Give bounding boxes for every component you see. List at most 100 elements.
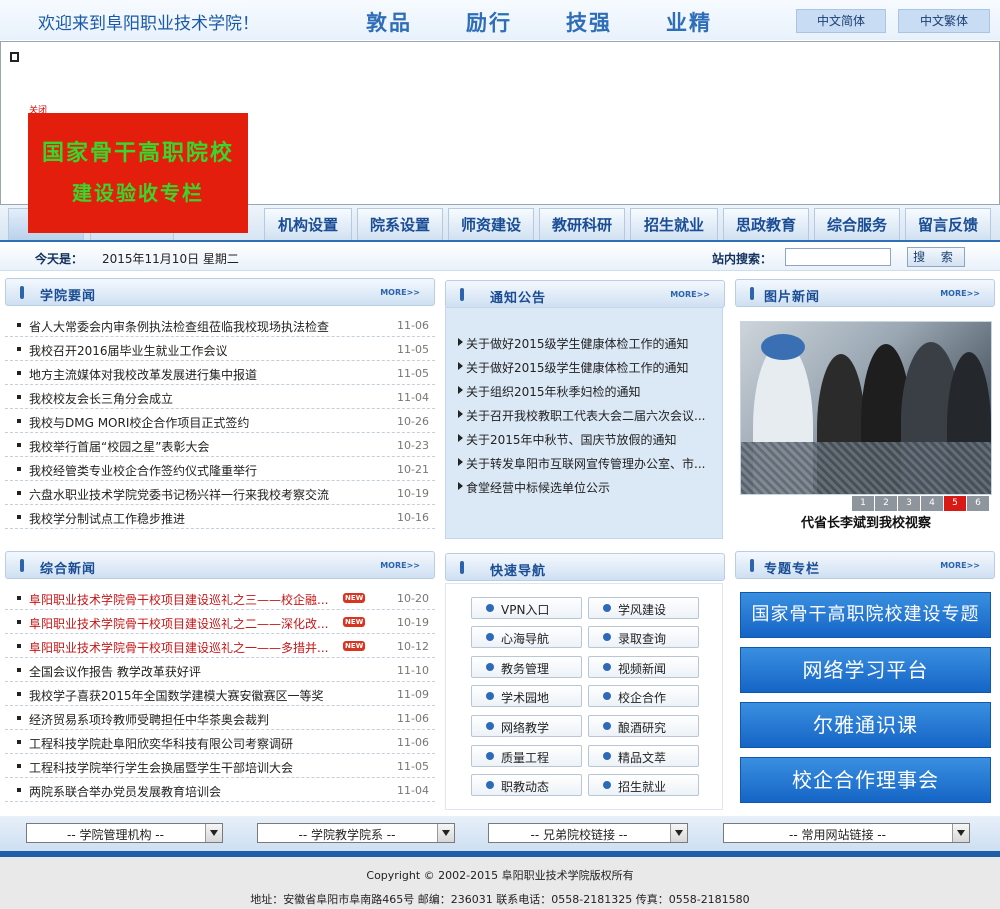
news-title[interactable]: 经济贸易系项玲教师受聘担任中华茶奥会裁判 (29, 711, 359, 728)
photo-page-6[interactable]: 6 (967, 496, 989, 511)
photo-page-5[interactable]: 5 (944, 496, 966, 511)
news-title[interactable]: 阜阳职业技术学院骨干校项目建设巡礼之二——深化改... (29, 615, 339, 632)
admin-units-select[interactable]: -- 学院管理机构 -- (26, 823, 223, 843)
sister-schools-select[interactable]: -- 兄弟院校链接 -- (488, 823, 688, 843)
news-title[interactable]: 我校举行首届“校园之星”表彰大会 (29, 438, 359, 455)
nav-admissions[interactable]: 招生就业 (630, 208, 718, 242)
news-title[interactable]: 我校经管类专业校企合作签约仪式隆重举行 (29, 462, 359, 479)
news-row[interactable]: 两院系联合举办党员发展教育培训会 11-04 (5, 778, 435, 802)
news-title[interactable]: 地方主流媒体对我校改革发展进行集中报道 (29, 366, 359, 383)
quick-link[interactable]: 精品文萃 (588, 745, 699, 767)
news-title[interactable]: 阜阳职业技术学院骨干校项目建设巡礼之一——多措并... (29, 639, 339, 656)
chevron-down-icon[interactable] (952, 824, 969, 842)
news-row[interactable]: 我校学子喜获2015年全国数学建模大赛安徽赛区一等奖 11-09 (5, 682, 435, 706)
simplified-chinese-button[interactable]: 中文简体 (796, 9, 886, 33)
news-row[interactable]: 全国会议作报告 教学改革获好评 11-10 (5, 658, 435, 682)
photo-caption[interactable]: 代省长李斌到我校视察 (740, 513, 992, 539)
quick-link[interactable]: 质量工程 (471, 745, 582, 767)
photo-page-3[interactable]: 3 (898, 496, 920, 511)
news-row[interactable]: 阜阳职业技术学院骨干校项目建设巡礼之三——校企融... NEW 10-20 (5, 586, 435, 610)
special-topic-banner[interactable]: 网络学习平台 (740, 647, 991, 693)
notice-title[interactable]: 关于2015年中秋节、国庆节放假的通知 (466, 431, 677, 448)
photo-page-4[interactable]: 4 (921, 496, 943, 511)
quick-link[interactable]: 学风建设 (588, 597, 699, 619)
common-sites-select[interactable]: -- 常用网站链接 -- (723, 823, 970, 843)
chevron-down-icon[interactable] (205, 824, 222, 842)
special-topic-banner[interactable]: 国家骨干高职院校建设专题 (740, 592, 991, 638)
news-row[interactable]: 我校经管类专业校企合作签约仪式隆重举行 10-21 (5, 457, 435, 481)
nav-feedback[interactable]: 留言反馈 (905, 208, 991, 242)
photo-page-1[interactable]: 1 (852, 496, 874, 511)
quick-link[interactable]: 招生就业 (588, 774, 699, 796)
photo-page-2[interactable]: 2 (875, 496, 897, 511)
special-topic-banner[interactable]: 校企合作理事会 (740, 757, 991, 803)
floating-banner[interactable]: 国家骨干高职院校 建设验收专栏 (28, 113, 248, 233)
news-title[interactable]: 阜阳职业技术学院骨干校项目建设巡礼之三——校企融... (29, 591, 339, 608)
more-link[interactable]: MORE>> (380, 288, 420, 297)
news-title[interactable]: 两院系联合举办党员发展教育培训会 (29, 783, 359, 800)
news-row[interactable]: 我校校友会长三角分会成立 11-04 (5, 385, 435, 409)
quick-link[interactable]: 酿酒研究 (588, 715, 699, 737)
news-title[interactable]: 我校学子喜获2015年全国数学建模大赛安徽赛区一等奖 (29, 687, 359, 704)
notice-title[interactable]: 关于做好2015级学生健康体检工作的通知 (466, 359, 689, 376)
nav-services[interactable]: 综合服务 (814, 208, 900, 242)
more-link[interactable]: MORE>> (670, 290, 710, 299)
more-link[interactable]: MORE>> (940, 289, 980, 298)
quick-link[interactable]: 视频新闻 (588, 656, 699, 678)
news-row[interactable]: 阜阳职业技术学院骨干校项目建设巡礼之一——多措并... NEW 10-12 (5, 634, 435, 658)
news-title[interactable]: 我校校友会长三角分会成立 (29, 390, 359, 407)
news-row[interactable]: 经济贸易系项玲教师受聘担任中华茶奥会裁判 11-06 (5, 706, 435, 730)
search-button[interactable]: 搜 索 (907, 247, 965, 267)
news-row[interactable]: 省人大常委会内审条例执法检查组莅临我校现场执法检查 11-06 (5, 313, 435, 337)
news-title[interactable]: 我校与DMG MORI校企合作项目正式签约 (29, 414, 359, 431)
news-title[interactable]: 我校学分制试点工作稳步推进 (29, 510, 359, 527)
quick-link[interactable]: 职教动态 (471, 774, 582, 796)
site-search-input[interactable] (785, 248, 891, 266)
notice-title[interactable]: 食堂经营中标候选单位公示 (466, 479, 610, 496)
traditional-chinese-button[interactable]: 中文繁体 (898, 9, 990, 33)
nav-departments-admin[interactable]: 机构设置 (264, 208, 352, 242)
news-row[interactable]: 阜阳职业技术学院骨干校项目建设巡礼之二——深化改... NEW 10-19 (5, 610, 435, 634)
news-row[interactable]: 我校学分制试点工作稳步推进 10-16 (5, 505, 435, 529)
news-row[interactable]: 地方主流媒体对我校改革发展进行集中报道 11-05 (5, 361, 435, 385)
nav-ideology[interactable]: 思政教育 (723, 208, 809, 242)
news-photo[interactable] (740, 321, 992, 495)
chevron-down-icon[interactable] (670, 824, 687, 842)
news-row[interactable]: 工程科技学院举行学生会换届暨学生干部培训大会 11-05 (5, 754, 435, 778)
arrow-icon (458, 338, 463, 346)
news-row[interactable]: 我校召开2016届毕业生就业工作会议 11-05 (5, 337, 435, 361)
notice-title[interactable]: 关于召开我校教职工代表大会二届六次会议... (466, 407, 705, 424)
news-title[interactable]: 我校召开2016届毕业生就业工作会议 (29, 342, 359, 359)
link-icon (603, 752, 611, 760)
departments-select[interactable]: -- 学院教学院系 -- (257, 823, 455, 843)
nav-faculties[interactable]: 院系设置 (357, 208, 443, 242)
news-row[interactable]: 六盘水职业技术学院党委书记杨兴祥一行来我校考察交流 10-19 (5, 481, 435, 505)
news-title[interactable]: 工程科技学院举行学生会换届暨学生干部培训大会 (29, 759, 359, 776)
more-link[interactable]: MORE>> (380, 561, 420, 570)
news-title[interactable]: 六盘水职业技术学院党委书记杨兴祥一行来我校考察交流 (29, 486, 359, 503)
nav-teachers[interactable]: 师资建设 (448, 208, 534, 242)
notice-title[interactable]: 关于组织2015年秋季妇检的通知 (466, 383, 641, 400)
news-title[interactable]: 工程科技学院赴阜阳欣奕华科技有限公司考察调研 (29, 735, 359, 752)
quick-link[interactable]: 网络教学 (471, 715, 582, 737)
bullet-icon (17, 419, 21, 423)
quick-link-label: VPN入口 (501, 603, 550, 617)
news-title[interactable]: 全国会议作报告 教学改革获好评 (29, 663, 359, 680)
quick-link[interactable]: 校企合作 (588, 685, 699, 707)
notice-title[interactable]: 关于做好2015级学生健康体检工作的通知 (466, 335, 689, 352)
more-link[interactable]: MORE>> (940, 561, 980, 570)
news-title[interactable]: 省人大常委会内审条例执法检查组莅临我校现场执法检查 (29, 318, 359, 335)
quick-link[interactable]: 教务管理 (471, 656, 582, 678)
special-topic-banner[interactable]: 尔雅通识课 (740, 702, 991, 748)
quick-link-vpn[interactable]: VPN入口 (471, 597, 582, 619)
quick-link[interactable]: 学术园地 (471, 685, 582, 707)
news-row[interactable]: 我校举行首届“校园之星”表彰大会 10-23 (5, 433, 435, 457)
quick-link[interactable]: 心海导航 (471, 626, 582, 648)
news-row[interactable]: 我校与DMG MORI校企合作项目正式签约 10-26 (5, 409, 435, 433)
chevron-down-icon[interactable] (437, 824, 454, 842)
notice-title[interactable]: 关于转发阜阳市互联网宣传管理办公室、市... (466, 455, 705, 472)
quick-link-label: 招生就业 (618, 780, 667, 794)
news-row[interactable]: 工程科技学院赴阜阳欣奕华科技有限公司考察调研 11-06 (5, 730, 435, 754)
nav-research[interactable]: 教研科研 (539, 208, 625, 242)
quick-link[interactable]: 录取查询 (588, 626, 699, 648)
